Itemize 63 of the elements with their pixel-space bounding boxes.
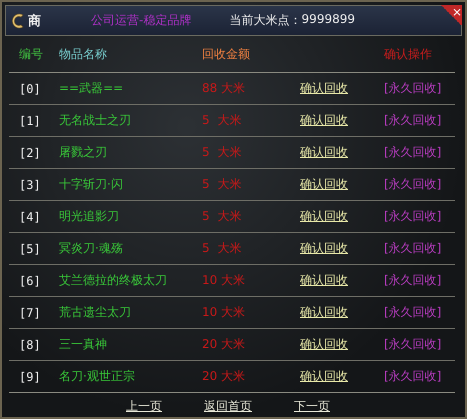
permanent-recycle-link[interactable]: [永久回收]: [384, 304, 442, 321]
item-name: 十字斩刀·闪: [59, 176, 124, 193]
confirm-recycle-link[interactable]: 确认回收: [300, 208, 348, 225]
pager-link[interactable]: 返回首页: [204, 398, 294, 415]
item-name: 屠戮之刃: [59, 144, 108, 161]
permanent-recycle-link[interactable]: [永久回收]: [384, 144, 442, 161]
permanent-recycle-link[interactable]: [永久回收]: [384, 208, 442, 225]
permanent-recycle-link[interactable]: [永久回收]: [384, 176, 442, 193]
item-name: 三一真神: [59, 336, 108, 353]
item-name: 名刀·观世正宗: [59, 368, 136, 385]
permanent-recycle-link[interactable]: [永久回收]: [384, 80, 442, 97]
row-number: [7]: [19, 306, 42, 320]
recycle-amount: 5 大米: [202, 112, 242, 129]
row-number: [2]: [19, 146, 42, 160]
confirm-recycle-link[interactable]: 确认回收: [300, 112, 348, 129]
column-header: 编号: [19, 46, 44, 62]
confirm-recycle-link[interactable]: 确认回收: [300, 336, 348, 353]
column-header: 回收金额: [202, 46, 251, 62]
column-header: 确认操作: [384, 46, 433, 62]
row-number: [1]: [19, 114, 42, 128]
recycle-amount: 10 大米: [202, 272, 246, 289]
permanent-recycle-link[interactable]: [永久回收]: [384, 240, 442, 257]
pager-link[interactable]: 下一页: [294, 398, 330, 415]
confirm-recycle-link[interactable]: 确认回收: [300, 176, 348, 193]
item-name: 冥炎刀·魂殇: [59, 240, 124, 257]
recycle-amount: 20 大米: [202, 336, 246, 353]
recycle-amount: 5 大米: [202, 208, 242, 225]
row-number: [6]: [19, 274, 42, 288]
crescent-icon: [12, 12, 25, 30]
item-name: ==武器==: [59, 80, 124, 97]
item-name: 无名战士之刃: [59, 112, 132, 129]
confirm-recycle-link[interactable]: 确认回收: [300, 272, 348, 289]
recycle-amount: 5 大米: [202, 240, 242, 257]
close-button[interactable]: ×: [440, 5, 462, 25]
row-number: [8]: [19, 338, 42, 352]
permanent-recycle-link[interactable]: [永久回收]: [384, 368, 442, 385]
row-number: [0]: [19, 82, 42, 96]
recycle-amount: 20 大米: [202, 368, 246, 385]
recycle-amount: 5 大米: [202, 144, 242, 161]
row-number: [4]: [19, 210, 42, 224]
column-header: 物品名称: [59, 46, 108, 62]
window-slogan: 公司运营-稳定品牌: [91, 12, 192, 29]
confirm-recycle-link[interactable]: 确认回收: [300, 144, 348, 161]
points-value: 9999899: [302, 12, 355, 28]
permanent-recycle-link[interactable]: [永久回收]: [384, 336, 442, 353]
permanent-recycle-link[interactable]: [永久回收]: [384, 272, 442, 289]
item-name: 明光追影刀: [59, 208, 120, 225]
permanent-recycle-link[interactable]: [永久回收]: [384, 112, 442, 129]
confirm-recycle-link[interactable]: 确认回收: [300, 80, 348, 97]
shop-label: 商: [28, 12, 41, 30]
row-number: [9]: [19, 370, 42, 384]
recycle-amount: 88 大米: [202, 80, 246, 97]
recycle-amount: 10 大米: [202, 304, 246, 321]
pager-link[interactable]: 上一页: [126, 398, 204, 415]
row-number: [5]: [19, 242, 42, 256]
confirm-recycle-link[interactable]: 确认回收: [300, 240, 348, 257]
item-name: 荒古遗尘太刀: [59, 304, 132, 321]
confirm-recycle-link[interactable]: 确认回收: [300, 368, 348, 385]
recycle-amount: 5 大米: [202, 176, 242, 193]
row-number: [3]: [19, 178, 42, 192]
item-name: 艾兰德拉的终极太刀: [59, 272, 168, 289]
confirm-recycle-link[interactable]: 确认回收: [300, 304, 348, 321]
points-label: 当前大米点：: [230, 12, 302, 29]
